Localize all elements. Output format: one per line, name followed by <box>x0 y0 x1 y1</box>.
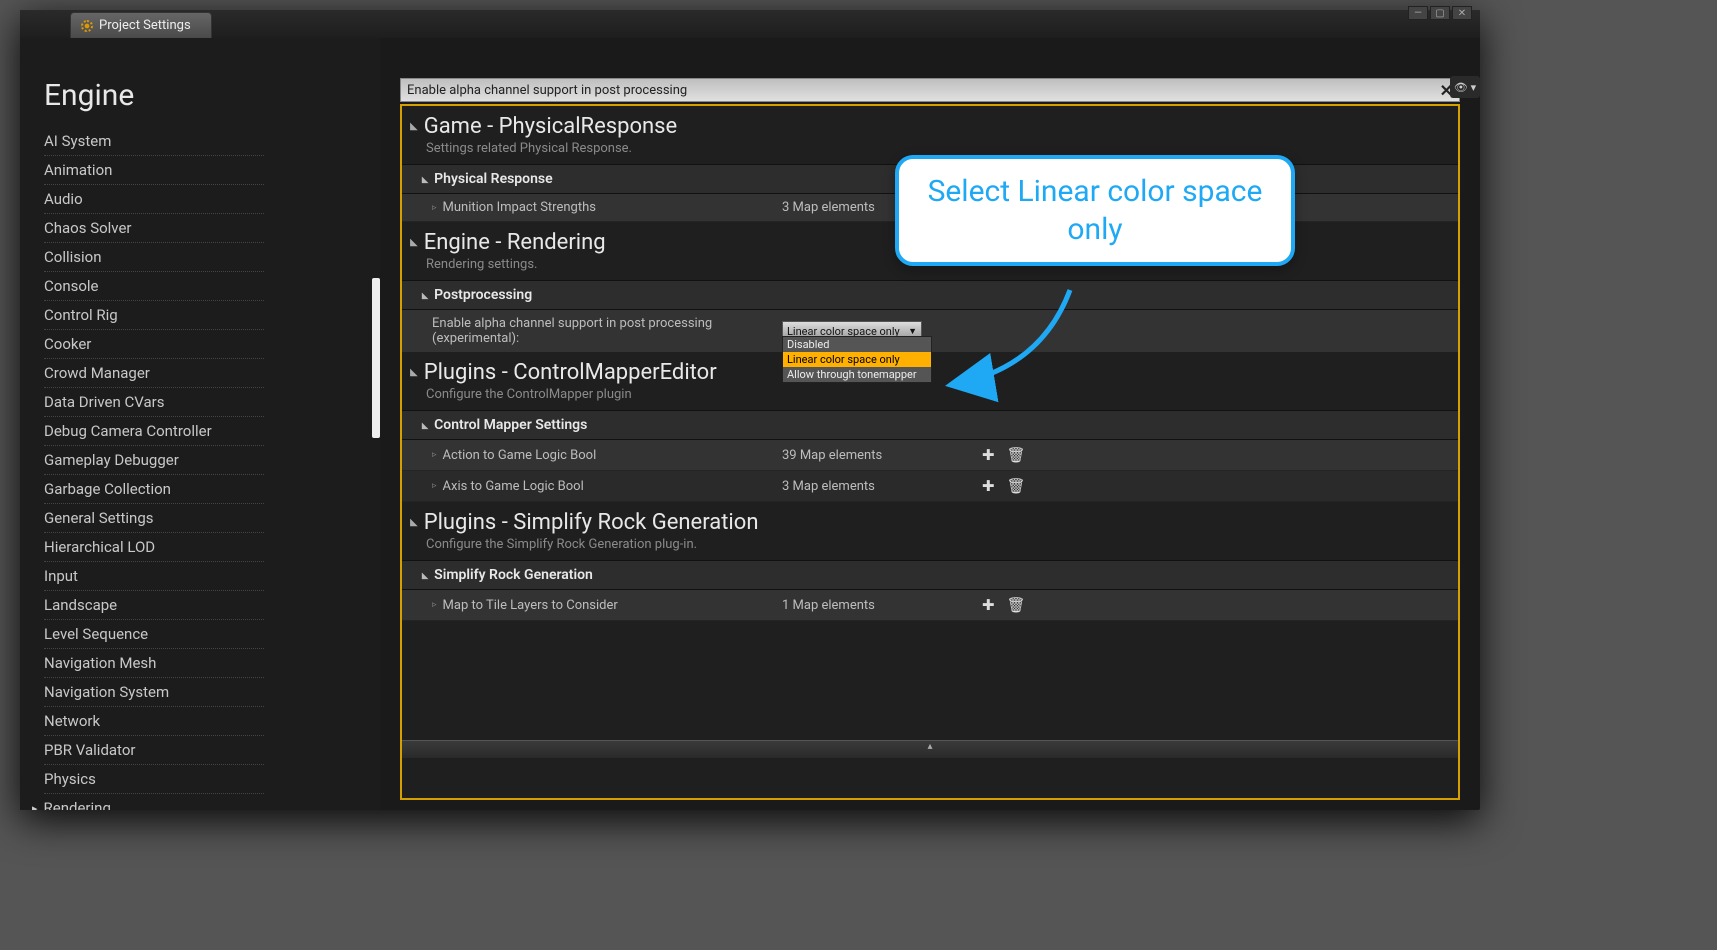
search-bar[interactable]: Enable alpha channel support in post pro… <box>400 78 1460 102</box>
add-icon[interactable]: ✚ <box>982 446 995 464</box>
setting-value: 39 Map elements <box>782 448 982 463</box>
expand-handle[interactable]: ▴ <box>402 740 1458 758</box>
tab-bar: Project Settings <box>20 10 1480 38</box>
add-icon[interactable]: ✚ <box>982 596 995 614</box>
setting-controls: ✚🗑 <box>982 596 1072 614</box>
sidebar-item-navigation-system[interactable]: Navigation System <box>44 678 264 707</box>
sidebar-item-console[interactable]: Console <box>44 272 264 301</box>
window-buttons: — ▢ ✕ <box>1408 6 1472 20</box>
dropdown-option[interactable]: Allow through tonemapper <box>783 367 931 382</box>
sidebar-item-physics[interactable]: Physics <box>44 765 264 794</box>
setting-controls: ✚🗑 <box>982 446 1072 464</box>
settings-sidebar: Engine AI SystemAnimationAudioChaos Solv… <box>20 38 380 810</box>
minimize-button[interactable]: — <box>1408 6 1428 20</box>
sidebar-item-chaos-solver[interactable]: Chaos Solver <box>44 214 264 243</box>
add-icon[interactable]: ✚ <box>982 477 995 495</box>
delete-icon[interactable]: 🗑 <box>1007 596 1026 614</box>
sidebar-item-landscape[interactable]: Landscape <box>44 591 264 620</box>
group-header[interactable]: Simplify Rock Generation <box>402 560 1458 590</box>
callout-text: Select Linear color space only <box>928 174 1263 247</box>
setting-label: Enable alpha channel support in post pro… <box>432 316 782 346</box>
sidebar-item-audio[interactable]: Audio <box>44 185 264 214</box>
view-options-button[interactable]: 👁 ▾ <box>1450 76 1480 98</box>
sidebar-item-cooker[interactable]: Cooker <box>44 330 264 359</box>
delete-icon[interactable]: 🗑 <box>1007 477 1026 495</box>
setting-value: 1 Map elements <box>782 598 982 613</box>
sidebar-item-hierarchical-lod[interactable]: Hierarchical LOD <box>44 533 264 562</box>
setting-value: 3 Map elements <box>782 479 982 494</box>
sidebar-item-garbage-collection[interactable]: Garbage Collection <box>44 475 264 504</box>
annotation-callout: Select Linear color space only <box>895 155 1295 266</box>
dropdown-menu: DisabledLinear color space onlyAllow thr… <box>782 336 932 383</box>
section-title[interactable]: Game - PhysicalResponse <box>402 106 1458 141</box>
sidebar-item-input[interactable]: Input <box>44 562 264 591</box>
sidebar-item-ai-system[interactable]: AI System <box>44 127 264 156</box>
setting-label: Axis to Game Logic Bool <box>432 479 782 494</box>
section-description: Configure the Simplify Rock Generation p… <box>402 537 1458 560</box>
annotation-arrow <box>920 290 1080 430</box>
sidebar-item-animation[interactable]: Animation <box>44 156 264 185</box>
sidebar-item-crowd-manager[interactable]: Crowd Manager <box>44 359 264 388</box>
sidebar-item-gameplay-debugger[interactable]: Gameplay Debugger <box>44 446 264 475</box>
sidebar-item-data-driven-cvars[interactable]: Data Driven CVars <box>44 388 264 417</box>
tab-label: Project Settings <box>99 18 191 33</box>
setting-row: Map to Tile Layers to Consider1 Map elem… <box>402 590 1458 621</box>
sidebar-item-general-settings[interactable]: General Settings <box>44 504 264 533</box>
dropdown-option[interactable]: Linear color space only <box>783 352 931 367</box>
close-window-button[interactable]: ✕ <box>1452 6 1472 20</box>
section-title[interactable]: Plugins - Simplify Rock Generation <box>402 502 1458 537</box>
gear-icon <box>81 20 93 32</box>
sidebar-item-network[interactable]: Network <box>44 707 264 736</box>
setting-row: Axis to Game Logic Bool3 Map elements✚🗑 <box>402 471 1458 502</box>
sidebar-heading: Engine <box>44 78 380 113</box>
dropdown-option[interactable]: Disabled <box>783 337 931 352</box>
tab-project-settings[interactable]: Project Settings <box>70 12 212 38</box>
setting-row: Action to Game Logic Bool39 Map elements… <box>402 440 1458 471</box>
sidebar-item-control-rig[interactable]: Control Rig <box>44 301 264 330</box>
sidebar-scrollbar[interactable] <box>372 278 380 438</box>
sidebar-item-collision[interactable]: Collision <box>44 243 264 272</box>
delete-icon[interactable]: 🗑 <box>1007 446 1026 464</box>
maximize-button[interactable]: ▢ <box>1430 6 1450 20</box>
setting-label: Munition Impact Strengths <box>432 200 782 215</box>
sidebar-item-debug-camera-controller[interactable]: Debug Camera Controller <box>44 417 264 446</box>
setting-label: Action to Game Logic Bool <box>432 448 782 463</box>
sidebar-item-rendering[interactable]: Rendering <box>44 794 264 810</box>
setting-controls: ✚🗑 <box>982 477 1072 495</box>
setting-label: Map to Tile Layers to Consider <box>432 598 782 613</box>
sidebar-item-pbr-validator[interactable]: PBR Validator <box>44 736 264 765</box>
sidebar-item-level-sequence[interactable]: Level Sequence <box>44 620 264 649</box>
sidebar-item-navigation-mesh[interactable]: Navigation Mesh <box>44 649 264 678</box>
search-text: Enable alpha channel support in post pro… <box>407 83 687 98</box>
